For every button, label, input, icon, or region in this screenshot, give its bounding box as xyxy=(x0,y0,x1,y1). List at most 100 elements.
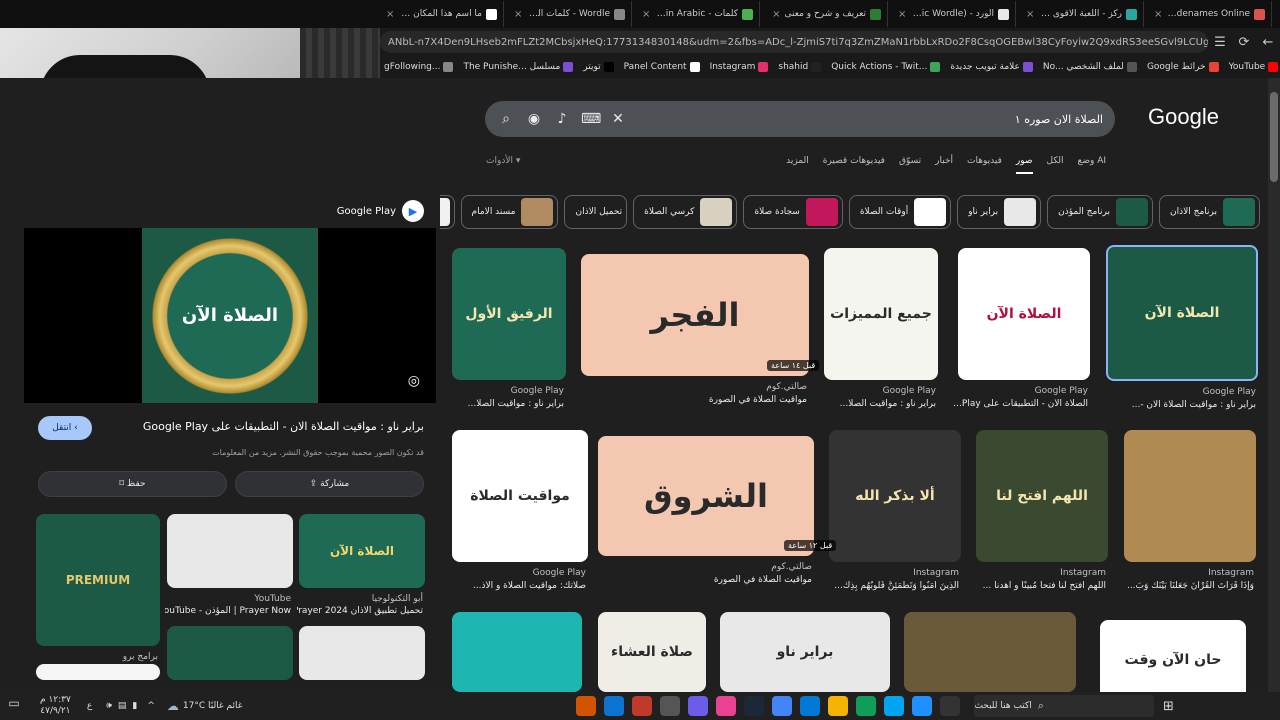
search-tab[interactable]: فيديوهات قصيرة xyxy=(823,156,885,174)
browser-tab[interactable]: الورد - (Arabic Wordle) × xyxy=(892,1,1016,27)
search-tab[interactable]: الكل xyxy=(1047,156,1064,174)
image-result[interactable]: مواقيت الصلاة Google Play صلاتك: مواقيت ال… xyxy=(452,430,588,602)
close-tab-icon[interactable]: × xyxy=(642,9,650,20)
reload-icon[interactable]: ⟳ xyxy=(1232,35,1256,50)
battery-icon[interactable]: ▮ xyxy=(132,701,137,711)
bookmark[interactable]: تويتر xyxy=(583,62,614,72)
close-tab-icon[interactable]: × xyxy=(1026,9,1034,20)
search-tab[interactable]: فيديوهات xyxy=(967,156,1002,174)
image-result[interactable]: الشروق صالتي.كوم مواقيت الصلاة في الصورة xyxy=(598,436,814,596)
image-result[interactable] xyxy=(452,612,582,692)
back-icon[interactable]: ← xyxy=(1256,35,1280,50)
start-button[interactable]: ⊞ xyxy=(1154,699,1182,714)
taskbar-app-icon[interactable] xyxy=(744,696,765,716)
related-search-chip[interactable]: برنامج المؤذن xyxy=(1047,195,1154,229)
share-button[interactable]: ⇪ مشاركة xyxy=(235,471,424,497)
close-tab-icon[interactable]: × xyxy=(386,9,394,20)
preview-title[interactable]: براير ناو : مواقيت الصلاة الان - التطبيق… xyxy=(124,420,424,433)
page-scrollbar[interactable] xyxy=(1268,78,1280,692)
search-tab[interactable]: أخبار xyxy=(935,156,953,174)
lens-icon[interactable]: ◉ xyxy=(525,111,543,127)
bookmark[interactable]: Quick Actions - Twit... xyxy=(831,62,941,72)
image-result[interactable]: اللهم افتح لنا Instagram اللهم افتح لنا فت… xyxy=(976,430,1108,602)
scrollbar-thumb[interactable] xyxy=(1270,92,1278,182)
taskbar-app-icon[interactable] xyxy=(884,696,905,716)
image-result[interactable]: صلاة العشاء xyxy=(598,612,706,692)
lens-search-icon[interactable]: ◎ xyxy=(408,373,420,389)
keyboard-icon[interactable]: ⌨ xyxy=(581,111,601,127)
taskbar-app-icon[interactable] xyxy=(604,696,625,716)
image-result[interactable]: براير ناو xyxy=(720,612,890,692)
bookmark[interactable]: Instagram xyxy=(710,62,769,72)
related-image[interactable]: YouTube Prayer Now | المؤذن - YouTube xyxy=(165,514,293,628)
preview-image[interactable]: الصلاة الآن ◎ xyxy=(24,228,436,403)
clock[interactable]: ١٢:٣٧ م ٤٧/٩/٢١ xyxy=(40,695,71,717)
taskbar-app-icon[interactable] xyxy=(828,696,849,716)
browser-tab[interactable]: كلمات - Wordle in Arabic × xyxy=(636,1,760,27)
image-result[interactable]: ألا بذكر الله Instagram الَّذِينَ آمَنُوا … xyxy=(829,430,961,602)
bookmark[interactable]: Google خرائط xyxy=(1147,62,1219,72)
browser-tab[interactable]: ما اسم هذا المكان - ي × xyxy=(380,1,504,27)
bookmark[interactable]: gFollowing... xyxy=(384,62,454,72)
taskbar-app-icon[interactable] xyxy=(688,696,709,716)
related-search-chip[interactable] xyxy=(440,195,455,229)
taskbar-app-icon[interactable] xyxy=(632,696,653,716)
google-logo[interactable]: Google xyxy=(1148,104,1219,130)
close-tab-icon[interactable]: × xyxy=(772,9,780,20)
taskbar-app-icon[interactable] xyxy=(940,696,961,716)
clear-icon[interactable]: ✕ xyxy=(609,111,627,127)
related-search-chip[interactable]: كرسي الصلاة xyxy=(633,195,738,229)
related-search-chip[interactable]: تحميل الاذان xyxy=(564,195,628,229)
browser-tab[interactable]: رکز - اللعبة الأقوى على × xyxy=(1020,1,1144,27)
language-indicator[interactable]: ع xyxy=(87,701,92,711)
preview-source[interactable]: Google Play ▶ xyxy=(337,200,424,222)
search-tab[interactable]: وضع AI xyxy=(1078,156,1106,174)
tune-icon[interactable]: ☰ xyxy=(1208,35,1232,50)
notification-icon[interactable]: ▭ xyxy=(4,696,24,716)
search-tab[interactable]: تسوّق xyxy=(899,156,921,174)
taskbar-search[interactable]: ⌕ اكتب هنا للبحث xyxy=(974,695,1155,717)
image-result[interactable]: Instagram وَإِذَا قَرَأْتَ الْقُرْآنَ جَع… xyxy=(1124,430,1256,602)
tray-overflow-icon[interactable]: ^ xyxy=(147,701,155,711)
search-bar[interactable]: ⌕ ◉ ♪ ⌨ ✕ الصلاة الان صوره ١ xyxy=(485,101,1115,137)
bookmark[interactable]: علامة تبويب جديدة xyxy=(950,62,1033,72)
url-field[interactable]: ANbL-n7X4Den9LHseb2mFLZt2MCbsjxHeQ:17731… xyxy=(380,31,1208,53)
image-result[interactable]: الفجر صالتي.كوم مواقيت الصلاة في الصورة xyxy=(581,254,809,416)
taskbar-app-icon[interactable] xyxy=(856,696,877,716)
taskbar-app-icon[interactable] xyxy=(576,696,597,716)
browser-tab[interactable]: تعريف و شرح و معنى × xyxy=(764,1,888,27)
tools-button[interactable]: الأدوات ▾ xyxy=(486,156,520,166)
visit-button[interactable]: انتقل ‹ xyxy=(38,416,92,440)
image-result[interactable]: حان الآن وقت xyxy=(1100,620,1246,692)
bookmark[interactable]: The Punishe... مسلسل xyxy=(463,62,574,72)
bookmark[interactable]: shahid xyxy=(778,62,822,72)
taskbar-app-icon[interactable] xyxy=(660,696,681,716)
image-result[interactable]: الصلاة الآن Google Play الصلاة الآن - التط… xyxy=(953,248,1090,420)
bookmark[interactable]: No... لملف الشخصي xyxy=(1043,62,1137,72)
image-result[interactable]: الرفيق الأول Google Play براير ناو : مواقي… xyxy=(452,248,566,420)
taskbar-app-icon[interactable] xyxy=(772,696,793,716)
search-tab[interactable]: المزيد xyxy=(786,156,809,174)
image-result[interactable]: جميع المميزات Google Play براير ناو : مواق… xyxy=(824,248,938,420)
related-search-chip[interactable]: برنامج الاذان xyxy=(1159,195,1260,229)
related-search-chip[interactable]: أوقات الصلاة xyxy=(848,195,952,229)
browser-tab[interactable]: Wordle - كلمات اليومية × xyxy=(508,1,632,27)
browser-tab[interactable]: Codenames Online × xyxy=(1148,1,1272,27)
search-icon[interactable]: ⌕ xyxy=(497,111,515,127)
image-result[interactable] xyxy=(904,612,1076,692)
save-button[interactable]: ⌑ حفظ xyxy=(38,471,227,497)
weather-widget[interactable]: ☁ 17°C غائم غالبًا xyxy=(167,699,243,713)
taskbar-app-icon[interactable] xyxy=(912,696,933,716)
image-result[interactable]: الصلاة الآن Google Play براير ناو : مواقيت… xyxy=(1106,245,1258,421)
bookmark[interactable]: Panel Content xyxy=(624,62,700,72)
search-tab[interactable]: صور xyxy=(1015,156,1033,174)
related-search-chip[interactable]: مسند الامام xyxy=(460,195,559,229)
mic-icon[interactable]: ♪ xyxy=(553,111,571,127)
taskbar-app-icon[interactable] xyxy=(716,696,737,716)
related-search-chip[interactable]: سجادة صلاة xyxy=(743,195,843,229)
search-input[interactable]: الصلاة الان صوره ١ xyxy=(637,113,1103,126)
close-tab-icon[interactable]: × xyxy=(514,9,522,20)
close-tab-icon[interactable]: × xyxy=(1154,9,1162,20)
related-image[interactable]: الصلاة الآن أبو التكنولوجيا تحميل تطبيق ال… xyxy=(297,514,425,628)
volume-icon[interactable]: 🕪 xyxy=(106,701,112,711)
